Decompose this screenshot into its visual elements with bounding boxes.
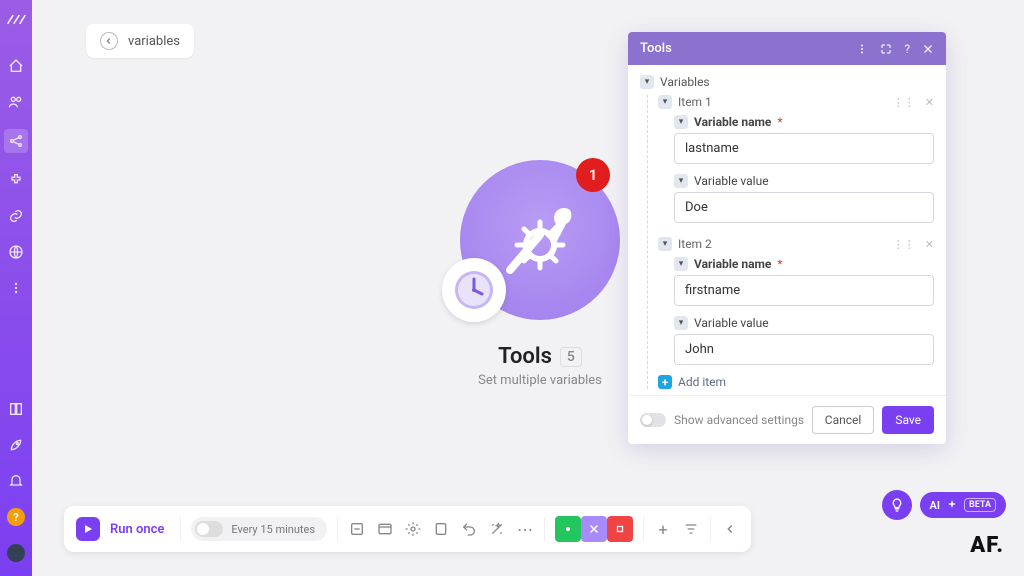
clock-icon — [442, 258, 506, 322]
logo: ⁄⁄⁄ — [7, 10, 25, 29]
link-icon[interactable] — [7, 207, 25, 225]
back-icon — [100, 32, 118, 50]
filter-icon[interactable] — [682, 520, 700, 538]
rocket-icon[interactable] — [7, 436, 25, 454]
brand-watermark: AF. — [970, 533, 1004, 558]
drag-handle-icon[interactable]: ⋮⋮ — [893, 96, 915, 109]
panel-header: Tools ? — [628, 32, 946, 65]
status-error-icon[interactable] — [607, 516, 633, 542]
variable-name-input[interactable] — [674, 275, 934, 306]
run-label: Run once — [110, 522, 164, 537]
chevron-down-icon[interactable]: ▾ — [658, 95, 672, 109]
save-button[interactable]: Save — [882, 406, 934, 434]
module-circle: 1 — [460, 160, 620, 320]
module-title: Tools 5 — [498, 344, 582, 369]
add-item-button[interactable]: + Add item — [658, 375, 934, 389]
cancel-button[interactable]: Cancel — [812, 406, 875, 434]
puzzle-icon[interactable] — [7, 171, 25, 189]
home-icon[interactable] — [7, 57, 25, 75]
breadcrumb[interactable]: variables — [86, 24, 194, 58]
gear-icon[interactable] — [404, 520, 422, 538]
module-count: 5 — [560, 347, 582, 367]
share-icon[interactable] — [4, 129, 28, 153]
export-icon[interactable] — [348, 520, 366, 538]
chevron-down-icon[interactable]: ▾ — [674, 257, 688, 271]
divider — [544, 517, 545, 541]
help-panel-icon[interactable]: ? — [904, 42, 910, 56]
chevron-down-icon[interactable]: ▾ — [658, 237, 672, 251]
config-panel: Tools ? ▾ Variables ▾ Item 1 ⋮⋮ ✕ ▾Varia… — [628, 32, 946, 444]
avatar[interactable] — [7, 544, 25, 562]
menu-icon[interactable] — [856, 43, 868, 55]
more-toolbar-icon[interactable]: ⋯ — [516, 520, 534, 538]
panel-title: Tools — [640, 41, 672, 56]
globe-icon[interactable] — [7, 243, 25, 261]
expand-icon[interactable] — [880, 43, 892, 55]
note-icon[interactable] — [432, 520, 450, 538]
status-green-icon[interactable] — [555, 516, 581, 542]
chevron-left-icon[interactable] — [721, 520, 739, 538]
module-subtitle: Set multiple variables — [430, 373, 650, 388]
remove-item-icon[interactable]: ✕ — [925, 238, 934, 251]
divider — [710, 517, 711, 541]
divider — [643, 517, 644, 541]
drag-handle-icon[interactable]: ⋮⋮ — [893, 238, 915, 251]
layout-icon[interactable] — [376, 520, 394, 538]
module-node[interactable]: 1 Tools 5 Set multiple variables — [430, 160, 650, 388]
divider — [337, 517, 338, 541]
advanced-label: Show advanced settings — [674, 413, 804, 427]
undo-icon[interactable] — [460, 520, 478, 538]
tools-icon — [490, 190, 590, 290]
ai-button[interactable]: AI BETA — [920, 492, 1007, 518]
nav-rail: ⁄⁄⁄ ? — [0, 0, 32, 576]
chevron-down-icon[interactable]: ▾ — [674, 316, 688, 330]
variable-name-input[interactable] — [674, 133, 934, 164]
team-icon[interactable] — [7, 93, 25, 111]
schedule-toggle[interactable] — [195, 521, 223, 537]
hint-icon[interactable] — [882, 490, 912, 520]
variable-value-input[interactable] — [674, 334, 934, 365]
status-tools-icon[interactable] — [581, 516, 607, 542]
item-header: ▾ Item 2 ⋮⋮ ✕ — [658, 237, 934, 251]
plus-toolbar-icon[interactable]: + — [654, 520, 672, 538]
close-icon[interactable] — [922, 43, 934, 55]
breadcrumb-label: variables — [128, 34, 180, 49]
run-button[interactable] — [76, 517, 100, 541]
bell-icon[interactable] — [7, 472, 25, 490]
schedule-pill[interactable]: Every 15 minutes — [191, 517, 327, 541]
sparkle-icon — [946, 499, 958, 511]
chevron-down-icon[interactable]: ▾ — [674, 174, 688, 188]
item-header: ▾ Item 1 ⋮⋮ ✕ — [658, 95, 934, 109]
variable-value-input[interactable] — [674, 192, 934, 223]
divider — [180, 517, 181, 541]
help-icon[interactable]: ? — [7, 508, 25, 526]
remove-item-icon[interactable]: ✕ — [925, 96, 934, 109]
chevron-down-icon: ▾ — [640, 75, 654, 89]
magic-icon[interactable] — [488, 520, 506, 538]
more-icon[interactable] — [7, 279, 25, 297]
module-badge: 1 — [576, 158, 610, 192]
book-icon[interactable] — [7, 400, 25, 418]
advanced-toggle[interactable] — [640, 413, 666, 427]
plus-icon: + — [658, 375, 672, 389]
chevron-down-icon[interactable]: ▾ — [674, 115, 688, 129]
section-variables[interactable]: ▾ Variables — [640, 75, 934, 89]
bottom-toolbar: Run once Every 15 minutes ⋯ + — [64, 506, 751, 552]
